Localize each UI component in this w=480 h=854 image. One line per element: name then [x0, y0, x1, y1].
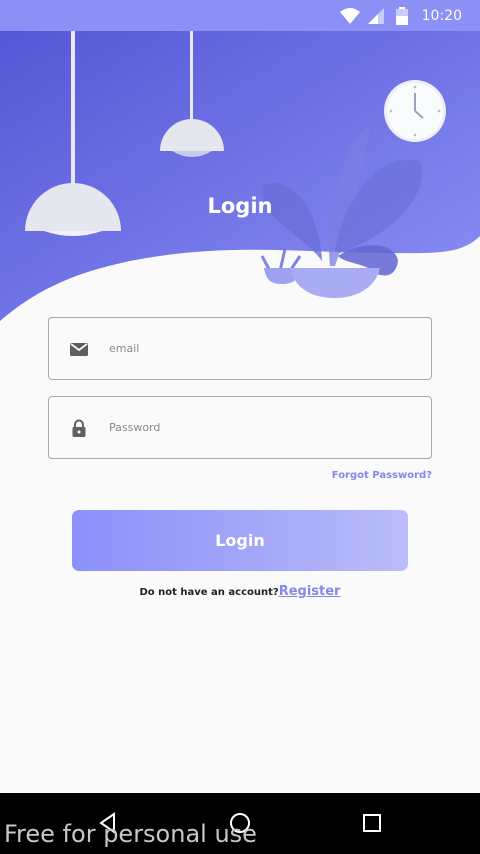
signal-icon	[367, 7, 384, 24]
register-row: Do not have an account?Register	[0, 584, 480, 599]
recents-icon[interactable]	[360, 811, 384, 835]
lock-icon	[72, 419, 86, 437]
register-link[interactable]: Register	[279, 584, 341, 599]
email-placeholder: email	[109, 342, 140, 355]
no-account-text: Do not have an account?	[139, 587, 279, 598]
page-title: Login	[207, 194, 273, 218]
clock-time: 10:20	[421, 7, 462, 24]
status-icons: 10:20	[339, 0, 462, 31]
wifi-icon	[339, 7, 360, 24]
login-button[interactable]: Login	[72, 510, 408, 571]
password-field[interactable]: Password	[48, 396, 432, 459]
email-field[interactable]: email	[48, 317, 432, 380]
email-icon	[70, 343, 88, 356]
status-bar: 10:20	[0, 0, 480, 31]
password-placeholder: Password	[109, 421, 161, 434]
clock-illustration	[384, 80, 446, 142]
watermark-text: Free for personal use	[4, 820, 257, 848]
forgot-password-link[interactable]: Forgot Password?	[332, 470, 432, 481]
header-illustration	[0, 31, 480, 331]
battery-icon	[395, 6, 408, 25]
